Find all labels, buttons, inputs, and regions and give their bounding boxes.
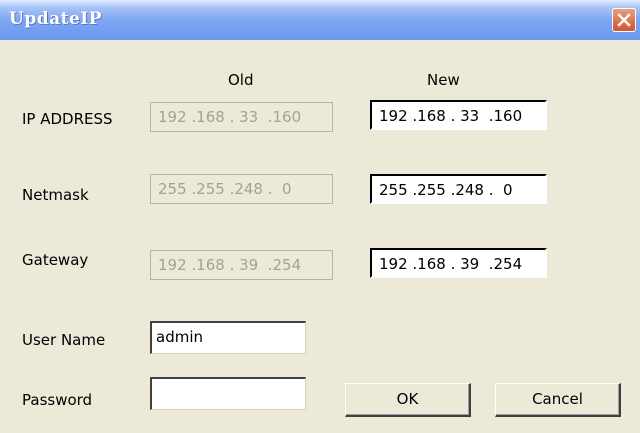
new-netmask-field[interactable]: 255 .255 .248 . 0 (370, 174, 547, 204)
title-bar[interactable]: UpdateIP (0, 0, 640, 40)
ok-button[interactable]: OK (345, 383, 471, 417)
user-name-input[interactable]: admin (150, 321, 306, 354)
new-column-header: New (427, 71, 460, 89)
old-gateway-field: 192 .168 . 39 .254 (150, 250, 333, 280)
new-gateway-field[interactable]: 192 .168 . 39 .254 (370, 248, 547, 278)
gateway-label: Gateway (22, 251, 89, 269)
close-icon (617, 13, 631, 27)
old-ip-address-field: 192 .168 . 33 .160 (150, 102, 333, 132)
window-title: UpdateIP (9, 9, 103, 29)
user-name-label: User Name (22, 331, 106, 349)
old-netmask-field: 255 .255 .248 . 0 (150, 174, 333, 204)
cancel-button[interactable]: Cancel (495, 383, 621, 417)
update-ip-dialog: UpdateIP Old New IP ADDRESS 192 .168 . 3… (0, 0, 640, 433)
password-label: Password (22, 391, 93, 409)
ip-address-label: IP ADDRESS (22, 110, 113, 128)
close-button[interactable] (612, 8, 636, 32)
old-column-header: Old (228, 71, 254, 89)
new-ip-address-field[interactable]: 192 .168 . 33 .160 (370, 100, 547, 130)
password-input[interactable] (150, 377, 306, 410)
netmask-label: Netmask (22, 186, 89, 204)
